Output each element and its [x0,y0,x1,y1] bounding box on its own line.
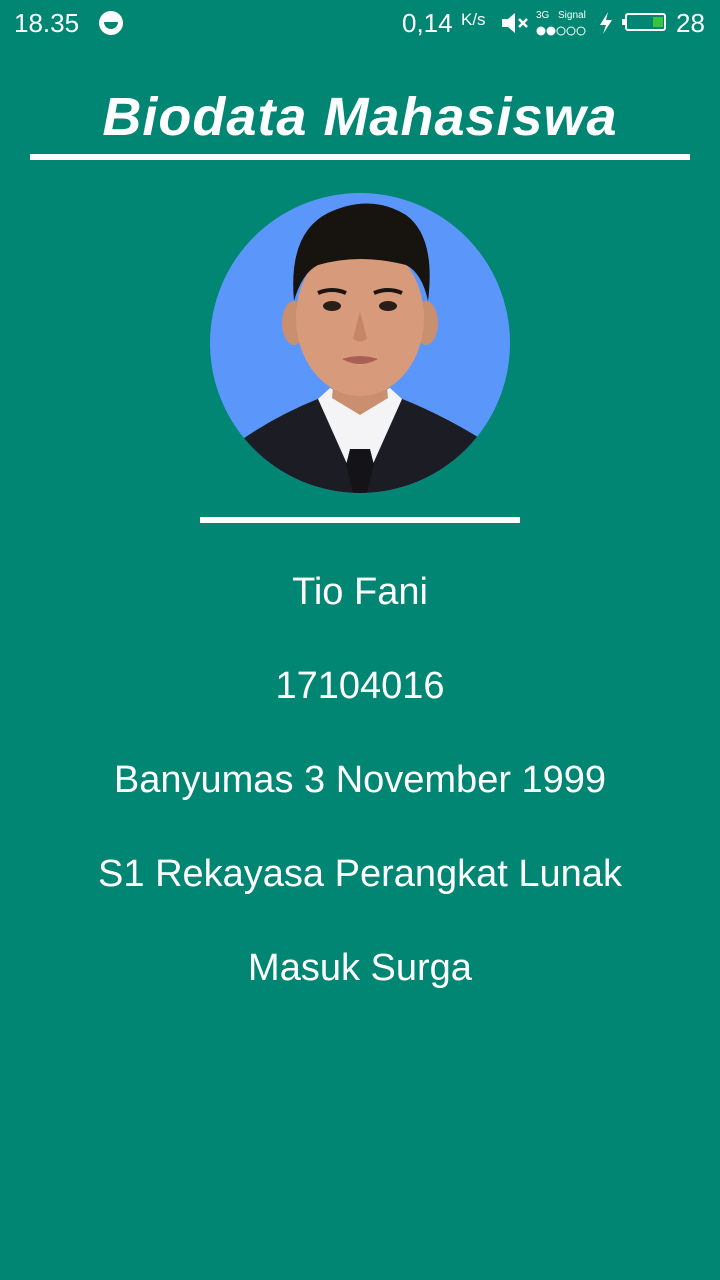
charging-icon [600,12,612,34]
photo-divider [200,517,520,523]
page-title: Biodata Mahasiswa [102,87,618,147]
status-bar: 18.35 0,14 K/s 3G Signal 28 [0,0,720,46]
student-name: Tio Fani [292,571,428,613]
aspiration: Masuk Surga [248,947,472,989]
network-type: 3G [536,10,550,21]
network-speed: 0,14 [402,8,453,38]
status-time: 18.35 [14,8,80,38]
mute-icon [502,13,528,33]
signal-label: Signal [558,10,586,21]
profile-photo [210,193,510,493]
battery-icon [622,13,666,31]
battery-fill [653,17,663,27]
app-notification-icon [99,11,123,35]
network-speed-unit: K/s [461,10,486,29]
student-id: 17104016 [275,665,445,707]
study-program: S1 Rekayasa Perangkat Lunak [98,853,622,895]
birth-place-date: Banyumas 3 November 1999 [113,759,607,801]
signal-strength-icon [536,26,586,36]
battery-level: 28 [676,8,705,38]
title-divider [30,154,690,160]
